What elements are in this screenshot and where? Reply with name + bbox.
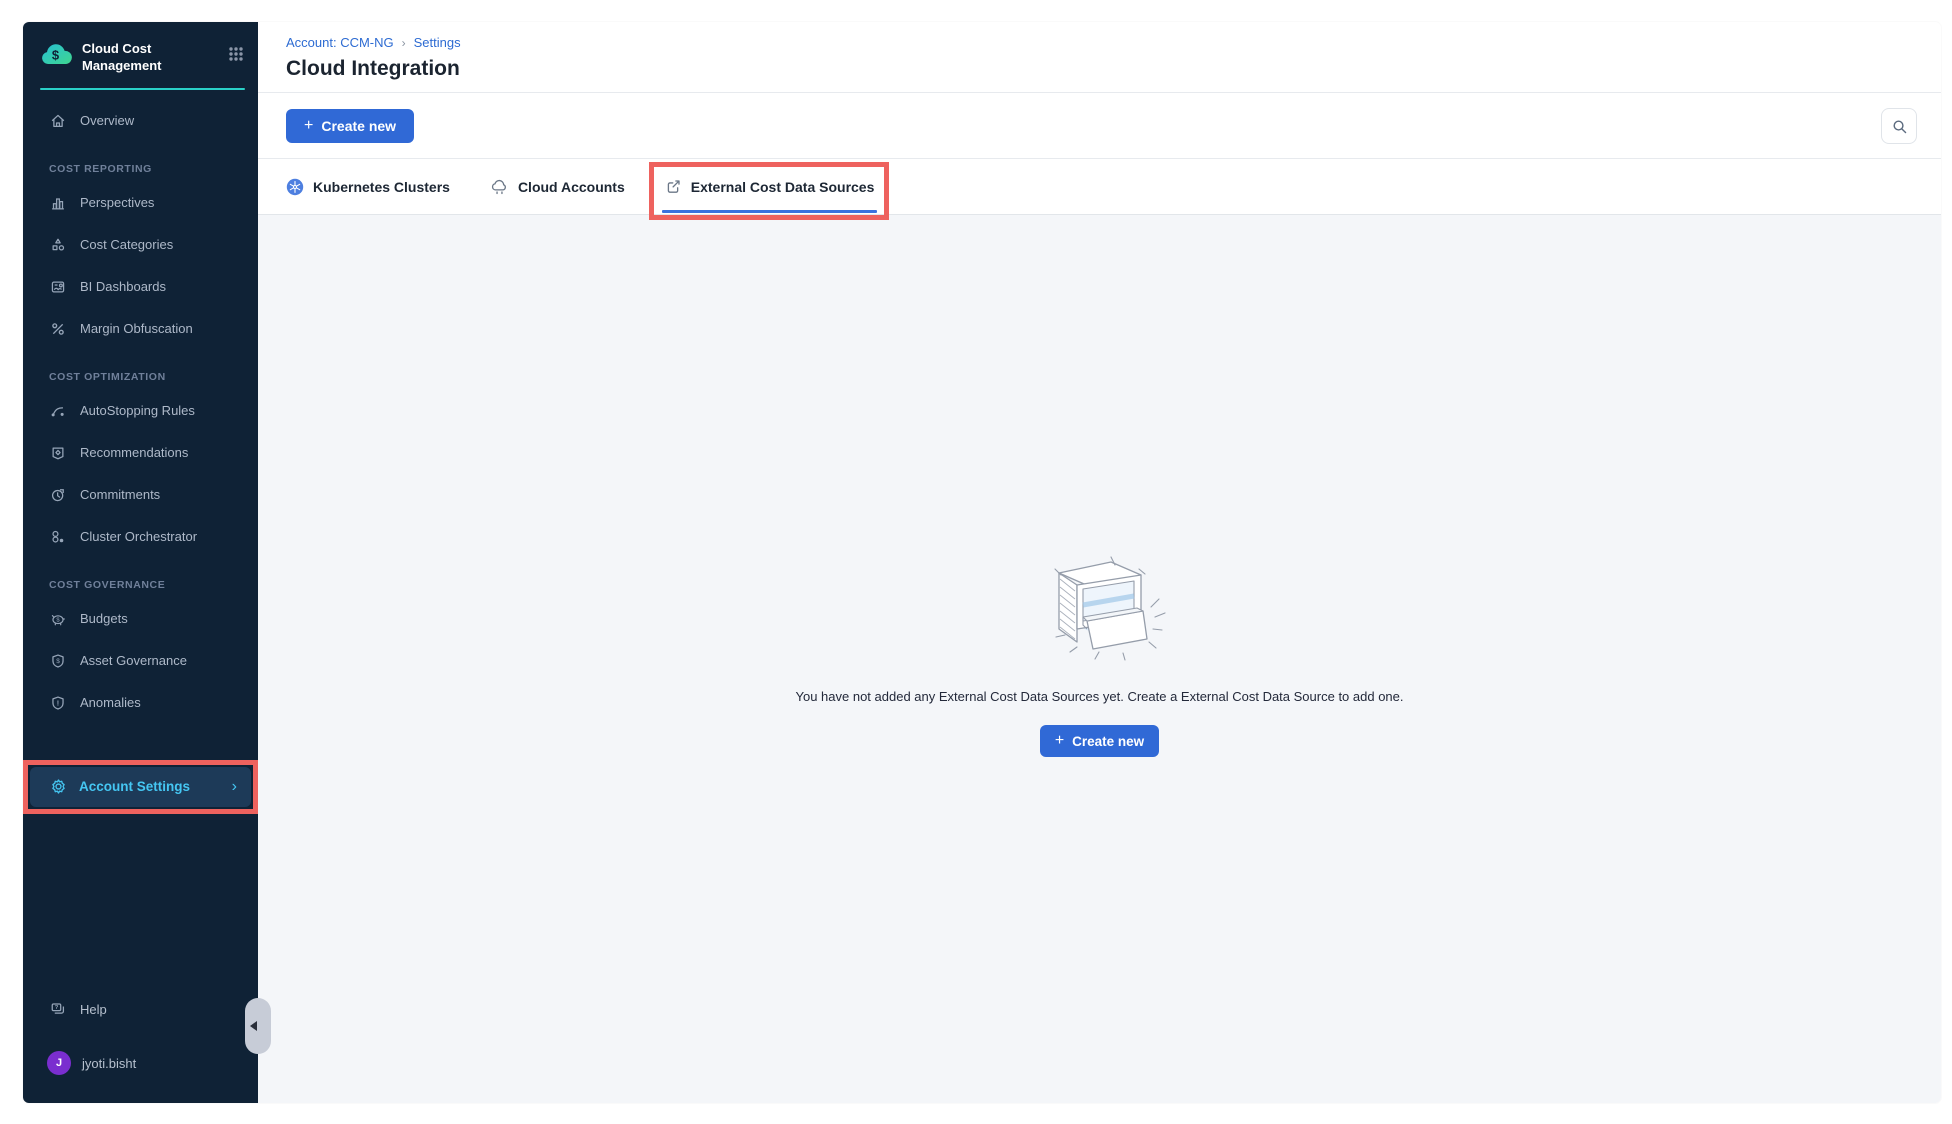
breadcrumb-account-link[interactable]: Account: CCM-NG [286, 35, 394, 50]
dashboard-image-icon [49, 278, 67, 296]
sidebar-item-label: Asset Governance [80, 653, 187, 668]
help-chat-icon: ? [49, 1000, 67, 1018]
search-button[interactable] [1881, 108, 1917, 144]
create-new-label: Create new [1072, 734, 1144, 749]
page-header: Account: CCM-NG › Settings Cloud Integra… [258, 22, 1941, 93]
plus-icon: + [1055, 733, 1064, 749]
annotation-box-account-settings: Account Settings › [23, 760, 258, 814]
breadcrumb-settings-link[interactable]: Settings [414, 35, 461, 50]
sidebar-item-account-settings[interactable]: Account Settings › [30, 767, 251, 807]
breadcrumb: Account: CCM-NG › Settings [286, 35, 1913, 50]
app-window: $ Cloud Cost Management [23, 22, 1941, 1103]
sidebar-item-label: Help [80, 1002, 107, 1017]
create-new-button[interactable]: + Create new [286, 109, 414, 143]
section-label-cost-optimization: COST OPTIMIZATION [23, 371, 258, 383]
active-tab-underline [662, 210, 878, 213]
tab-label: External Cost Data Sources [691, 179, 875, 195]
svg-text:$: $ [56, 617, 60, 623]
sidebar-item-autostopping-rules[interactable]: AutoStopping Rules [23, 390, 258, 432]
empty-state-actions: + Create new [1040, 725, 1159, 757]
user-avatar: J [47, 1051, 71, 1075]
empty-state-message: You have not added any External Cost Dat… [796, 689, 1404, 704]
sidebar-item-overview[interactable]: Overview [23, 100, 258, 142]
sidebar-item-margin-obfuscation[interactable]: Margin Obfuscation [23, 308, 258, 350]
bar-chart-icon [49, 194, 67, 212]
sidebar-item-recommendations[interactable]: Recommendations [23, 432, 258, 474]
empty-drawer-illustration [1025, 547, 1175, 663]
plus-icon: + [304, 118, 313, 134]
module-grid-icon[interactable] [228, 46, 244, 62]
sidebar-item-anomalies[interactable]: ! Anomalies [23, 682, 258, 724]
main-area: Account: CCM-NG › Settings Cloud Integra… [258, 22, 1941, 1103]
ccm-cloud-dollar-logo-icon: $ [40, 40, 72, 70]
sidebar-item-cluster-orchestrator[interactable]: Cluster Orchestrator [23, 516, 258, 558]
sidebar-item-label: Budgets [80, 611, 128, 626]
page-title: Cloud Integration [286, 57, 1913, 81]
screenshot-stage: $ Cloud Cost Management [0, 0, 1952, 1124]
search-icon [1891, 118, 1908, 135]
content-area: You have not added any External Cost Dat… [258, 215, 1941, 1103]
sidebar-bottom: ? Help J jyoti.bisht [23, 987, 258, 1103]
svg-text:?: ? [55, 1005, 59, 1011]
tab-external-cost-data-sources[interactable]: External Cost Data Sources [665, 175, 875, 199]
sidebar-item-perspectives[interactable]: Perspectives [23, 182, 258, 224]
sidebar-item-label: AutoStopping Rules [80, 403, 195, 418]
breadcrumb-separator-icon: › [402, 36, 406, 50]
sidebar-item-budgets[interactable]: $ Budgets [23, 598, 258, 640]
home-icon [49, 112, 67, 130]
brand-title: Cloud Cost Management [82, 38, 228, 75]
tab-bar: Kubernetes Clusters Cloud Accounts Exter… [258, 158, 1941, 215]
toolbar: + Create new [258, 93, 1941, 158]
sidebar-item-label: Overview [80, 113, 134, 128]
sidebar-item-label: Margin Obfuscation [80, 321, 193, 336]
sidebar-nav: Overview COST REPORTING Perspectives Cos… [23, 90, 258, 724]
sidebar-item-label: Anomalies [80, 695, 141, 710]
external-link-icon [665, 178, 682, 195]
svg-text:$: $ [56, 658, 60, 665]
tab-kubernetes-clusters[interactable]: Kubernetes Clusters [286, 175, 450, 199]
sidebar-item-commitments[interactable]: Commitments [23, 474, 258, 516]
sidebar-item-user[interactable]: J jyoti.bisht [23, 1039, 258, 1087]
chevron-right-icon: › [232, 779, 237, 795]
user-name: jyoti.bisht [82, 1056, 136, 1071]
empty-create-new-button[interactable]: + Create new [1040, 725, 1159, 757]
sidebar-header: $ Cloud Cost Management [23, 22, 258, 75]
sidebar-collapse-handle[interactable] [245, 998, 271, 1054]
sidebar-spacer [23, 814, 258, 987]
cluster-gear-icon [49, 528, 67, 546]
section-label-cost-reporting: COST REPORTING [23, 163, 258, 175]
sidebar-item-label: Perspectives [80, 195, 154, 210]
shield-dollar-icon: $ [49, 652, 67, 670]
clock-refresh-icon [49, 486, 67, 504]
gear-icon [49, 777, 68, 796]
svg-text:!: ! [57, 698, 59, 707]
sidebar-item-label: Recommendations [80, 445, 188, 460]
sidebar-item-label: Cluster Orchestrator [80, 529, 197, 544]
piggy-bank-icon: $ [49, 610, 67, 628]
section-label-cost-governance: COST GOVERNANCE [23, 579, 258, 591]
sidebar-item-help[interactable]: ? Help [23, 987, 258, 1031]
sidebar-item-cost-categories[interactable]: Cost Categories [23, 224, 258, 266]
sidebar-item-label: Cost Categories [80, 237, 173, 252]
sidebar-item-label: Commitments [80, 487, 160, 502]
percent-icon [49, 320, 67, 338]
shapes-icon [49, 236, 67, 254]
autostopping-curve-icon [49, 402, 67, 420]
tab-label: Kubernetes Clusters [313, 179, 450, 195]
sidebar-item-label: Account Settings [79, 779, 190, 794]
cloud-icon [490, 178, 509, 195]
shield-alert-icon: ! [49, 694, 67, 712]
account-settings-wrap: Account Settings › [23, 760, 258, 814]
sidebar-item-asset-governance[interactable]: $ Asset Governance [23, 640, 258, 682]
sidebar-item-bi-dashboards[interactable]: BI Dashboards [23, 266, 258, 308]
kubernetes-icon [286, 178, 304, 196]
svg-text:$: $ [52, 48, 60, 63]
tag-diamond-icon [49, 444, 67, 462]
sidebar-item-label: BI Dashboards [80, 279, 166, 294]
collapse-left-icon [250, 1021, 257, 1031]
create-new-label: Create new [321, 118, 396, 134]
tab-label: Cloud Accounts [518, 179, 625, 195]
sidebar: $ Cloud Cost Management [23, 22, 258, 1103]
tab-cloud-accounts[interactable]: Cloud Accounts [490, 175, 625, 199]
